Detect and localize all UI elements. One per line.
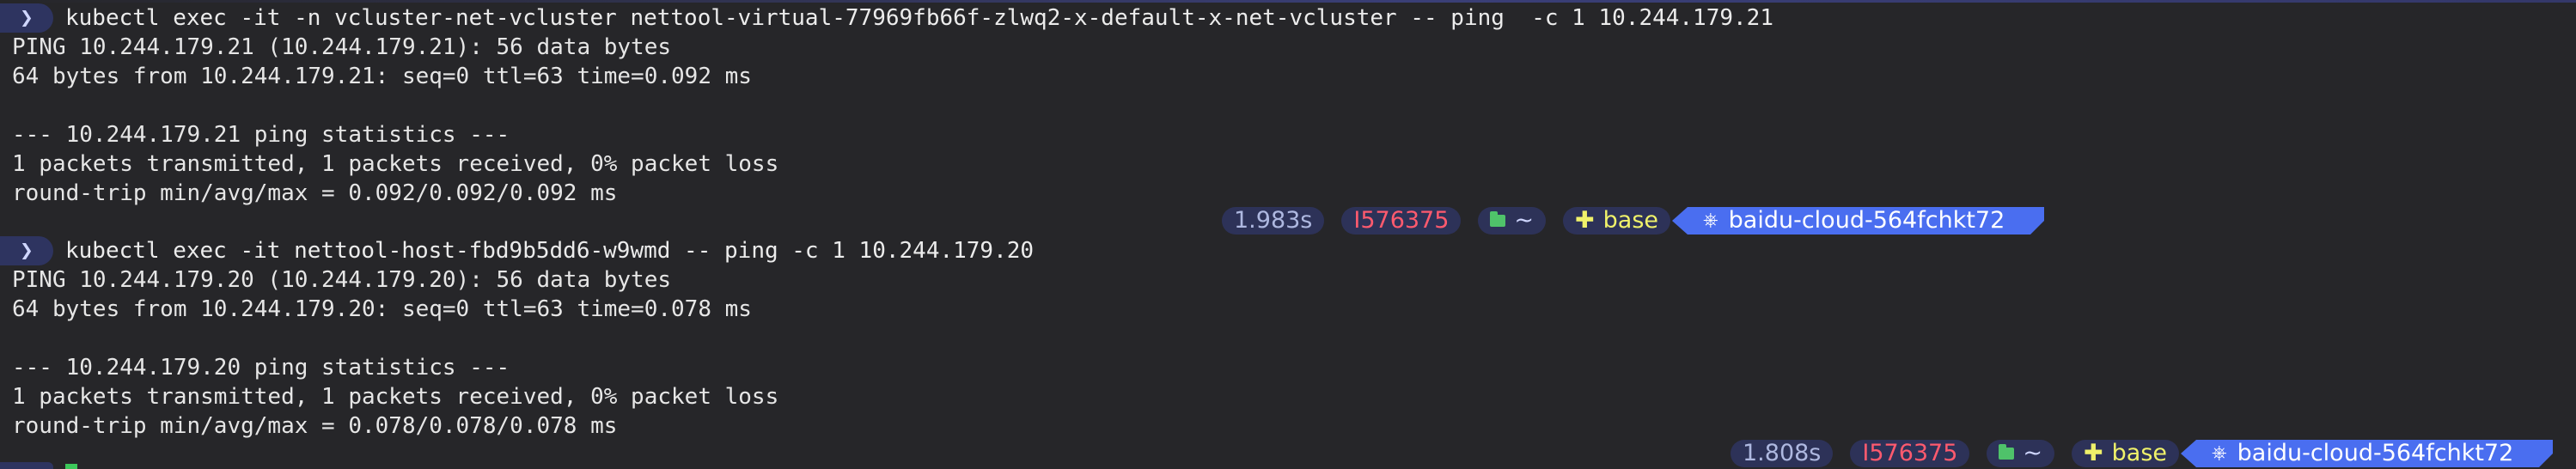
- command-line: kubectl exec -it nettool-host-fbd9b5dd6-…: [65, 238, 1035, 264]
- plus-icon: ✚: [2084, 440, 2103, 466]
- plus-icon: ✚: [1575, 207, 1595, 234]
- folder-icon: [1490, 211, 1506, 227]
- user-badge: I576375: [1850, 440, 1970, 467]
- user-badge: I576375: [1341, 207, 1462, 234]
- output-line: 64 bytes from 10.244.179.20: seq=0 ttl=6…: [12, 296, 752, 322]
- helm-icon: ⎈: [1703, 210, 1718, 231]
- helm-icon: ⎈: [2212, 442, 2227, 464]
- k8s-context-badge: ⎈ baidu-cloud-564fchkt72: [2181, 440, 2554, 467]
- right-prompt: 1.808s I576375 ~ ✚ base ⎈ baidu-cloud-564…: [1731, 439, 2554, 468]
- right-prompt: 1.983s I576375 ~ ✚ base ⎈ baidu-cloud-564…: [1222, 206, 2045, 235]
- duration-badge: 1.983s: [1222, 207, 1325, 234]
- next-prompt-chevron: [0, 462, 53, 469]
- folder-icon: [1999, 444, 2015, 460]
- output-line: --- 10.244.179.21 ping statistics ---: [12, 122, 510, 148]
- directory-badge: ~: [1987, 440, 2055, 467]
- terminal-cursor[interactable]: [65, 464, 77, 469]
- prompt-chevron-icon: ❯: [0, 236, 53, 265]
- output-line: PING 10.244.179.20 (10.244.179.20): 56 d…: [12, 267, 672, 293]
- env-badge: ✚ base: [2072, 440, 2180, 467]
- output-line: 1 packets transmitted, 1 packets receive…: [12, 151, 779, 177]
- duration-badge: 1.808s: [1731, 440, 1834, 467]
- output-line: --- 10.244.179.20 ping statistics ---: [12, 355, 510, 381]
- output-line: PING 10.244.179.21 (10.244.179.21): 56 d…: [12, 34, 672, 60]
- output-line: round-trip min/avg/max = 0.092/0.092/0.0…: [12, 180, 618, 206]
- command-line: kubectl exec -it -n vcluster-net-vcluste…: [65, 5, 1773, 31]
- output-line: 1 packets transmitted, 1 packets receive…: [12, 384, 779, 410]
- prompt-chevron-icon: ❯: [0, 3, 53, 33]
- terminal-window[interactable]: ❯ kubectl exec -it -n vcluster-net-vclus…: [0, 0, 2576, 469]
- output-line: round-trip min/avg/max = 0.078/0.078/0.0…: [12, 413, 618, 439]
- k8s-context-badge: ⎈ baidu-cloud-564fchkt72: [1672, 207, 2045, 234]
- directory-badge: ~: [1478, 207, 1547, 234]
- top-border: [0, 0, 2576, 3]
- env-badge: ✚ base: [1563, 207, 1671, 234]
- output-line: 64 bytes from 10.244.179.21: seq=0 ttl=6…: [12, 64, 752, 89]
